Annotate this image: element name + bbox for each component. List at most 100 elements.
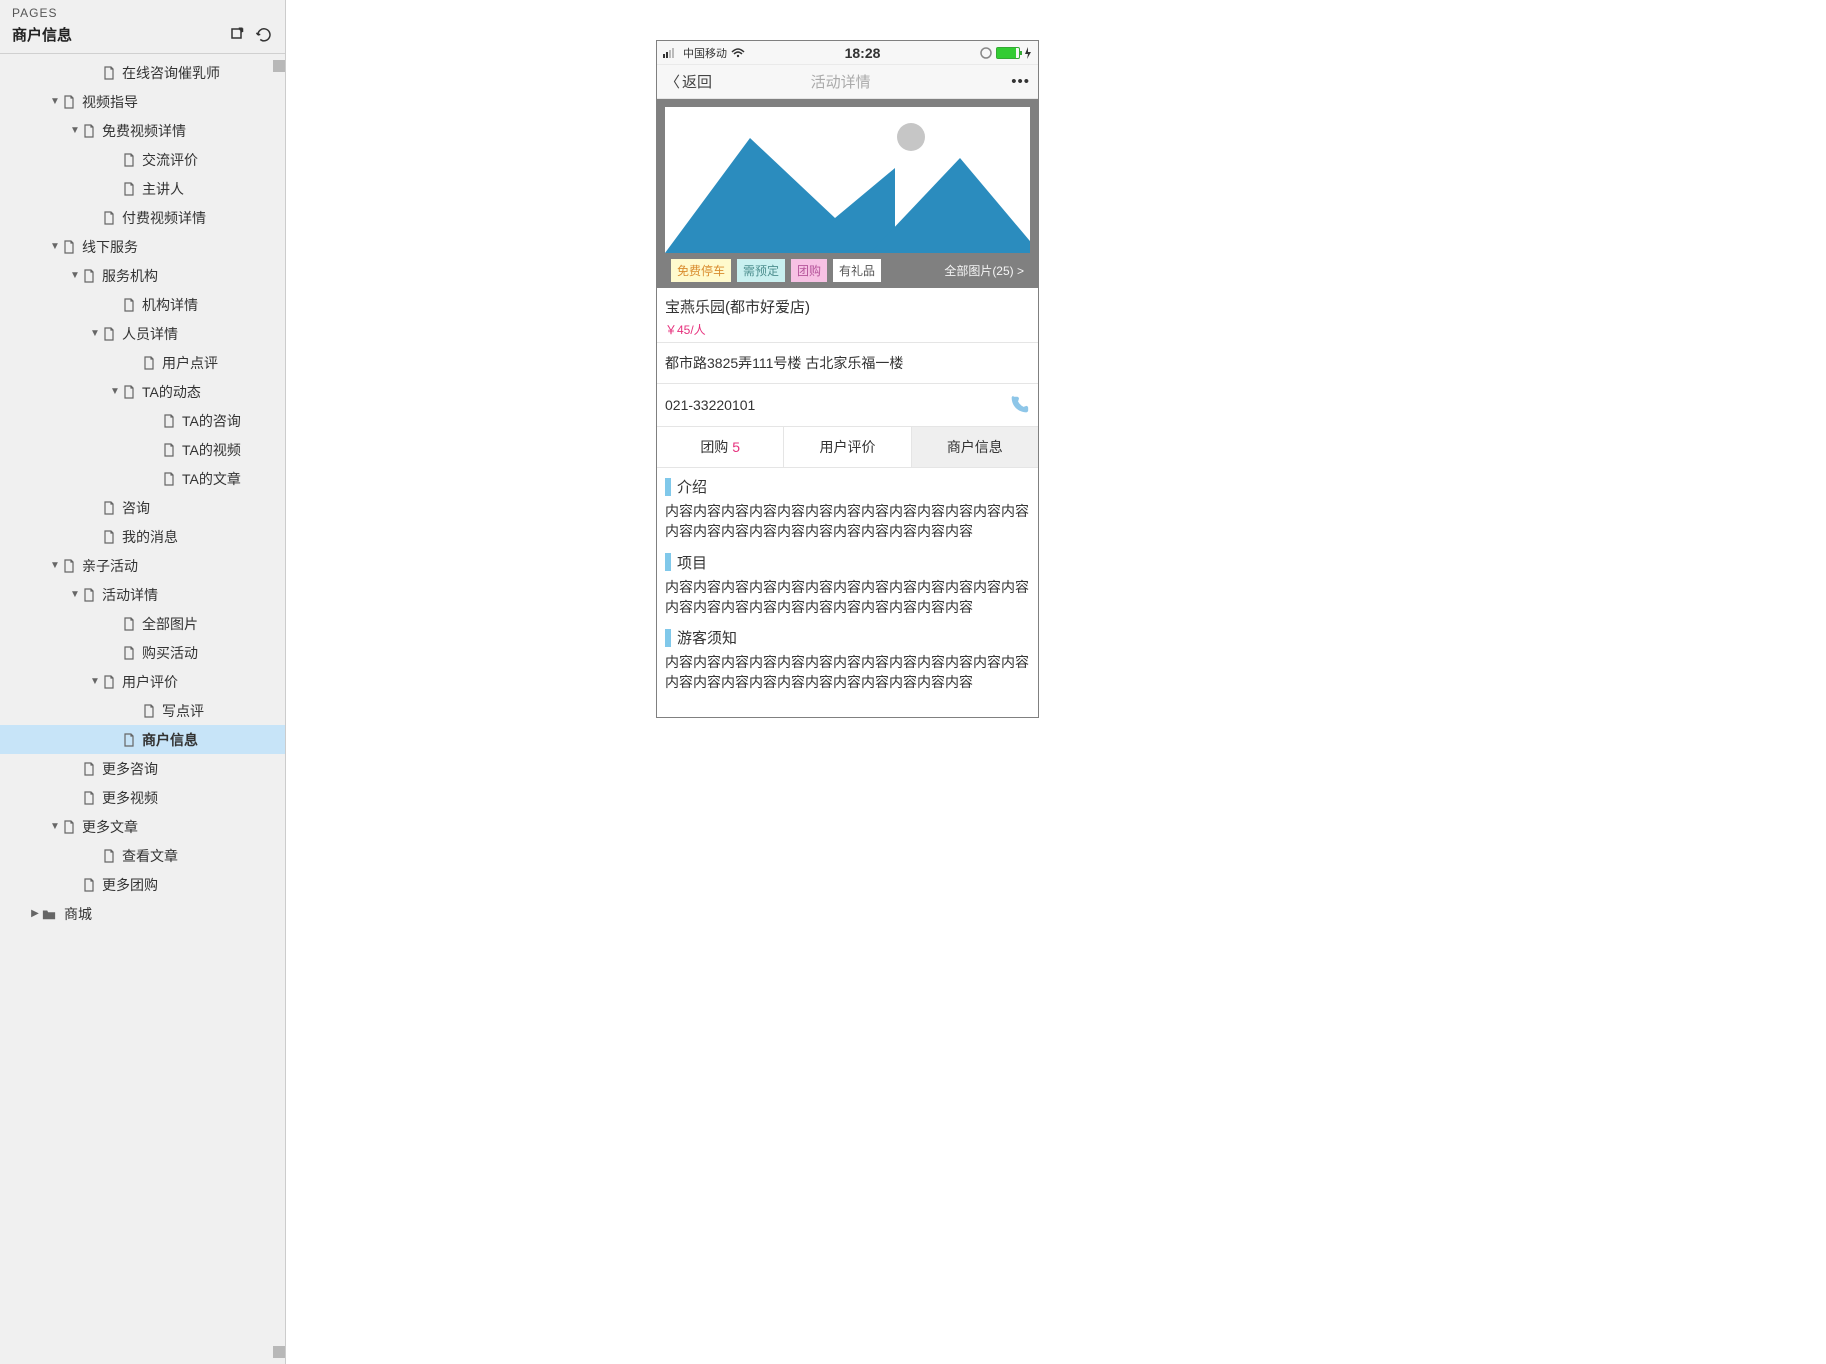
tree-item[interactable]: ▼ 线下服务: [0, 232, 285, 261]
signal-icon: [663, 48, 679, 58]
detail-tab[interactable]: 商户信息: [912, 427, 1038, 468]
sun-icon: [897, 123, 925, 151]
all-photos-link[interactable]: 全部图片(25) >: [944, 262, 1024, 279]
tree-item[interactable]: ▼亲子活动: [0, 551, 285, 580]
detail-tabs: 团购 5 用户评价 商户信息: [657, 427, 1038, 468]
tree-item[interactable]: ▼购买活动: [0, 638, 285, 667]
bottom-space: [657, 695, 1038, 717]
tab-label: 商户信息: [947, 439, 1003, 455]
tree-item-label: 全部图片: [142, 614, 198, 634]
tag-bar: 免费停车需预定团购有礼品全部图片(25) >: [665, 253, 1030, 288]
page-icon: [102, 530, 116, 544]
page-icon: [82, 269, 96, 283]
more-button[interactable]: •••: [1011, 73, 1030, 90]
tree-item-label: 线下服务: [82, 237, 138, 257]
tree-item[interactable]: ▼TA的咨询: [0, 406, 285, 435]
pages-title-row: 商户信息: [0, 20, 285, 54]
tree-item[interactable]: ▼交流评价: [0, 145, 285, 174]
chevron-down-icon[interactable]: ▼: [68, 125, 82, 136]
chevron-down-icon[interactable]: ▼: [108, 386, 122, 397]
tree-item[interactable]: ▼查看文章: [0, 841, 285, 870]
tree-item-label: 更多团购: [102, 875, 158, 895]
scroll-up-arrow-icon[interactable]: [273, 60, 285, 72]
pages-sidebar: PAGES 商户信息 ▼在线咨询催乳师▼视频指导▼免费视频详情▼交流评价▼主讲人…: [0, 0, 286, 1364]
page-icon: [122, 182, 136, 196]
chevron-down-icon[interactable]: ▼: [48, 96, 62, 107]
tree-item[interactable]: ▼TA的动态: [0, 377, 285, 406]
page-icon: [62, 240, 76, 254]
tree-item[interactable]: ▼用户点评: [0, 348, 285, 377]
section-body: 内容内容内容内容内容内容内容内容内容内容内容内容内容内容内容内容内容内容内容内容…: [665, 577, 1030, 618]
chevron-down-icon[interactable]: ▼: [48, 560, 62, 571]
tree-item[interactable]: ▼更多团购: [0, 870, 285, 899]
tree-item-label: 在线咨询催乳师: [122, 63, 220, 83]
tree-item[interactable]: ▼TA的视频: [0, 435, 285, 464]
pages-tools: [229, 26, 273, 44]
tree-item-label: 服务机构: [102, 266, 158, 286]
export-icon[interactable]: [229, 26, 247, 44]
page-icon: [122, 153, 136, 167]
info-section: 介绍内容内容内容内容内容内容内容内容内容内容内容内容内容内容内容内容内容内容内容…: [657, 468, 1038, 544]
tree-item[interactable]: ▼商户信息: [0, 725, 285, 754]
tree-item-label: 查看文章: [122, 846, 178, 866]
tree-item-label: TA的文章: [182, 469, 241, 489]
pages-tree[interactable]: ▼在线咨询催乳师▼视频指导▼免费视频详情▼交流评价▼主讲人▼付费视频详情▼线下服…: [0, 54, 285, 1364]
design-canvas[interactable]: 中国移动 18:28 〈 返回 活动详情 ••• 免费停: [286, 0, 1826, 1364]
tree-item[interactable]: ▼视频指导: [0, 87, 285, 116]
tree-item[interactable]: ▼更多咨询: [0, 754, 285, 783]
page-icon: [82, 791, 96, 805]
tree-item[interactable]: ▼更多文章: [0, 812, 285, 841]
refresh-icon[interactable]: [255, 26, 273, 44]
detail-tab[interactable]: 团购 5: [657, 427, 784, 468]
scroll-down-arrow-icon[interactable]: [273, 1346, 285, 1358]
chevron-right-icon[interactable]: ▶: [28, 908, 42, 919]
chevron-down-icon[interactable]: ▼: [68, 589, 82, 600]
tree-item-label: 商户信息: [142, 730, 198, 750]
section-bar-icon: [665, 629, 671, 647]
tree-item[interactable]: ▼咨询: [0, 493, 285, 522]
page-icon: [162, 443, 176, 457]
pages-header: PAGES: [0, 0, 285, 20]
tree-item-label: 免费视频详情: [102, 121, 186, 141]
tree-item[interactable]: ▼ 免费视频详情: [0, 116, 285, 145]
page-icon: [62, 820, 76, 834]
phone-row[interactable]: 021-33220101: [657, 384, 1038, 427]
chevron-down-icon[interactable]: ▼: [48, 241, 62, 252]
page-icon: [82, 588, 96, 602]
feature-tag: 需预定: [737, 259, 785, 282]
tree-item[interactable]: ▼全部图片: [0, 609, 285, 638]
tree-item[interactable]: ▼更多视频: [0, 783, 285, 812]
tab-label: 用户评价: [819, 439, 875, 455]
page-icon: [122, 646, 136, 660]
tree-item[interactable]: ▼人员详情: [0, 319, 285, 348]
page-icon: [102, 327, 116, 341]
tree-item[interactable]: ▼在线咨询催乳师: [0, 58, 285, 87]
tree-item[interactable]: ▼机构详情: [0, 290, 285, 319]
tree-item[interactable]: ▼ 活动详情: [0, 580, 285, 609]
hero-image-placeholder[interactable]: [665, 107, 1030, 253]
section-bar-icon: [665, 478, 671, 496]
section-title: 项目: [665, 552, 1030, 573]
section-title-text: 游客须知: [677, 627, 737, 648]
tree-item-label: TA的视频: [182, 440, 241, 460]
phone-icon[interactable]: [1008, 394, 1030, 416]
chevron-down-icon[interactable]: ▼: [68, 270, 82, 281]
tree-item[interactable]: ▼TA的文章: [0, 464, 285, 493]
tree-item[interactable]: ▼用户评价: [0, 667, 285, 696]
address-row[interactable]: 都市路3825弄111号楼 古北家乐福一楼: [657, 343, 1038, 384]
tree-item[interactable]: ▼付费视频详情: [0, 203, 285, 232]
chevron-down-icon[interactable]: ▼: [48, 821, 62, 832]
chevron-down-icon[interactable]: ▼: [88, 328, 102, 339]
tree-item[interactable]: ▼主讲人: [0, 174, 285, 203]
detail-tab[interactable]: 用户评价: [784, 427, 911, 468]
tree-item[interactable]: ▶商城: [0, 899, 285, 928]
chevron-down-icon[interactable]: ▼: [88, 676, 102, 687]
tree-item-label: 活动详情: [102, 585, 158, 605]
phone-mockup: 中国移动 18:28 〈 返回 活动详情 ••• 免费停: [656, 40, 1039, 718]
wifi-icon: [731, 48, 745, 58]
tree-item[interactable]: ▼写点评: [0, 696, 285, 725]
tree-item[interactable]: ▼我的消息: [0, 522, 285, 551]
tree-item-label: 主讲人: [142, 179, 184, 199]
tree-item-label: TA的咨询: [182, 411, 241, 431]
tree-item[interactable]: ▼ 服务机构: [0, 261, 285, 290]
